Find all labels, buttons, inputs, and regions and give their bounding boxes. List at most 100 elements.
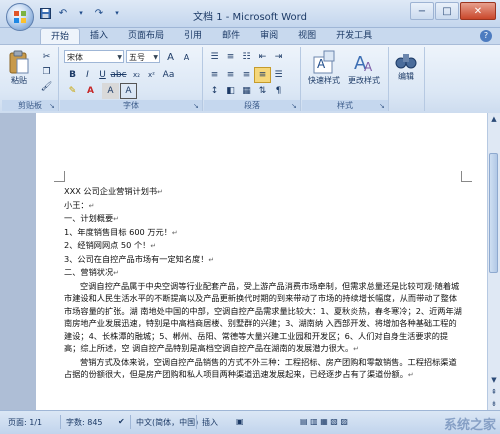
- status-bar: 页面: 1/1 字数: 845 ✔ 中文(简体，中国) 插入 ▣ ▤ ▥ ▦ ▧…: [0, 410, 500, 434]
- change-styles-label: 更改样式: [348, 76, 380, 85]
- bullets-icon[interactable]: ☰: [206, 49, 223, 65]
- font-name-combo[interactable]: 宋体 ▼: [64, 50, 124, 63]
- doc-line-item2: 2、经销网网点 50 个！: [64, 240, 151, 250]
- next-page-icon[interactable]: ⇟: [488, 398, 500, 410]
- font-size-combo[interactable]: 五号 ▼: [126, 50, 160, 63]
- distributed-icon[interactable]: ☰: [270, 67, 287, 83]
- document-area: XXX 公司企业营销计划书↵ 小王：↵ 一、计划概要↵ 1、年度销售目标 600…: [0, 113, 488, 410]
- tab-references[interactable]: 引用: [174, 28, 212, 44]
- tab-developer[interactable]: 开发工具: [326, 28, 382, 44]
- change-styles-icon: A A: [354, 53, 373, 74]
- paragraph-group: ☰ ≡ ☷ ⇤ ⇥ ≡ ≡ ≡ ≡ ☰ ↕ ◧ ▦ ⇅ ¶ 段落 ↘: [204, 47, 301, 111]
- view-buttons[interactable]: ▤ ▥ ▦ ▧ ▨: [300, 417, 348, 426]
- tab-page-layout[interactable]: 页面布局: [118, 28, 174, 44]
- justify-icon[interactable]: ≡: [254, 67, 271, 83]
- strikethrough-icon[interactable]: abc: [110, 67, 127, 83]
- copy-icon[interactable]: ❐: [38, 64, 55, 80]
- increase-indent-icon[interactable]: ⇥: [270, 49, 287, 65]
- word-window: ↶ ▾ ↷ ▾ 文档 1 - Microsoft Word − □ ✕ 开始 插…: [0, 0, 500, 434]
- watermark-logo: 系统之家: [443, 418, 496, 433]
- tab-insert[interactable]: 插入: [80, 28, 118, 44]
- paragraph-label: 段落: [204, 100, 300, 111]
- document-page[interactable]: XXX 公司企业营销计划书↵ 小王：↵ 一、计划概要↵ 1、年度销售目标 600…: [36, 113, 488, 410]
- editing-group: 编辑: [390, 47, 425, 111]
- align-left-icon[interactable]: ≡: [206, 67, 223, 83]
- highlight-icon[interactable]: ✎: [64, 83, 81, 99]
- styles-group: A 快速样式 A A 更改样式 样式 ↘: [302, 47, 389, 111]
- proofing-icon[interactable]: ✔: [118, 417, 125, 426]
- doc-line-section2: 二、营销状况: [64, 267, 114, 277]
- scroll-thumb[interactable]: [489, 153, 498, 273]
- font-size-value: 五号: [129, 53, 145, 62]
- grow-font-icon[interactable]: A: [162, 49, 179, 65]
- page-count[interactable]: 页面: 1/1: [8, 417, 42, 428]
- underline-icon[interactable]: U: [94, 67, 111, 83]
- paragraph-launcher-icon[interactable]: ↘: [291, 102, 299, 110]
- quick-styles-icon: A: [313, 50, 335, 74]
- numbering-icon[interactable]: ≡: [222, 49, 239, 65]
- sort-icon[interactable]: ⇅: [254, 83, 271, 99]
- previous-page-icon[interactable]: ⇞: [488, 386, 500, 398]
- tab-home[interactable]: 开始: [40, 28, 81, 45]
- doc-paragraph-2: 营销方式及体来说，空调自控产品销售的方式不外三种：工程招标、房产团购和零散销售。…: [64, 356, 457, 380]
- superscript-icon[interactable]: x²: [143, 67, 160, 83]
- insert-mode[interactable]: 插入: [202, 417, 218, 428]
- doc-line-section1: 一、计划概要: [64, 213, 114, 223]
- show-marks-icon[interactable]: ¶: [270, 83, 287, 99]
- cut-icon[interactable]: ✂: [38, 49, 55, 65]
- font-label: 字体: [60, 100, 202, 111]
- quick-styles-label: 快速样式: [308, 76, 340, 85]
- change-case-icon[interactable]: Aa: [160, 67, 177, 83]
- maximize-button[interactable]: □: [435, 2, 459, 20]
- align-right-icon[interactable]: ≡: [238, 67, 255, 83]
- doc-line-item3: 3、公司在自控产品市场有一定知名度！: [64, 253, 209, 264]
- paste-button[interactable]: 粘贴: [8, 49, 30, 86]
- macro-icon[interactable]: ▣: [236, 417, 244, 426]
- document-content[interactable]: XXX 公司企业营销计划书↵ 小王：↵ 一、计划概要↵ 1、年度销售目标 600…: [64, 185, 462, 382]
- minimize-button[interactable]: −: [410, 2, 434, 20]
- format-painter-icon[interactable]: 🖌: [38, 79, 55, 95]
- scroll-down-icon[interactable]: ▼: [488, 374, 500, 386]
- styles-launcher-icon[interactable]: ↘: [379, 102, 387, 110]
- status-divider: [130, 415, 131, 429]
- ribbon-tabs: 开始 插入 页面布局 引用 邮件 审阅 视图 开发工具: [40, 28, 382, 45]
- styles-label: 样式: [302, 100, 388, 111]
- svg-text:A: A: [364, 60, 373, 74]
- paste-icon: [9, 50, 29, 74]
- tab-mailings[interactable]: 邮件: [212, 28, 250, 44]
- change-styles-button[interactable]: A A 更改样式: [348, 49, 380, 86]
- font-name-value: 宋体: [67, 53, 83, 62]
- scroll-up-icon[interactable]: ▲: [488, 113, 500, 125]
- font-color-icon[interactable]: A: [82, 83, 99, 99]
- quick-styles-button[interactable]: A 快速样式: [308, 49, 340, 86]
- doc-paragraph-1: 空调自控产品属于中央空调等行业配套产品，受上游产品消费市场牵制，但需求总量还是比…: [64, 280, 462, 354]
- decrease-indent-icon[interactable]: ⇤: [254, 49, 271, 65]
- ribbon: 粘贴 ✂ ❐ 🖌 剪贴板 ↘ 宋体 ▼ 五号 ▼ A A B I U abc x₂ …: [0, 44, 500, 114]
- font-group: 宋体 ▼ 五号 ▼ A A B I U abc x₂ x² Aa ✎ A A A 字…: [60, 47, 203, 111]
- multilevel-list-icon[interactable]: ☷: [238, 49, 255, 65]
- tab-review[interactable]: 审阅: [250, 28, 288, 44]
- editing-button[interactable]: 编辑: [394, 49, 418, 82]
- status-divider: [60, 415, 61, 429]
- borders-icon[interactable]: ▦: [238, 83, 255, 99]
- doc-line-title: XXX 公司企业营销计划书: [64, 186, 158, 196]
- font-launcher-icon[interactable]: ↘: [193, 102, 201, 110]
- tab-view[interactable]: 视图: [288, 28, 326, 44]
- help-icon[interactable]: ?: [480, 30, 492, 42]
- language-status[interactable]: 中文(简体，中国): [136, 417, 198, 428]
- shading-icon[interactable]: ◧: [222, 83, 239, 99]
- margin-corner-mark: [54, 171, 65, 182]
- clipboard-launcher-icon[interactable]: ↘: [49, 102, 57, 110]
- binoculars-icon: [395, 54, 417, 69]
- line-spacing-icon[interactable]: ↕: [206, 83, 223, 99]
- vertical-scrollbar[interactable]: ▲ ▼ ⇞ ⇟: [487, 113, 500, 410]
- paste-label: 粘贴: [11, 76, 27, 85]
- status-divider: [196, 415, 197, 429]
- align-center-icon[interactable]: ≡: [222, 67, 239, 83]
- shrink-font-icon[interactable]: A: [178, 49, 195, 65]
- word-count[interactable]: 字数: 845: [66, 417, 103, 428]
- doc-line-greeting: 小王：: [64, 199, 89, 210]
- character-shading-icon[interactable]: A: [102, 83, 119, 99]
- character-border-icon[interactable]: A: [120, 83, 137, 99]
- close-button[interactable]: ✕: [460, 2, 496, 20]
